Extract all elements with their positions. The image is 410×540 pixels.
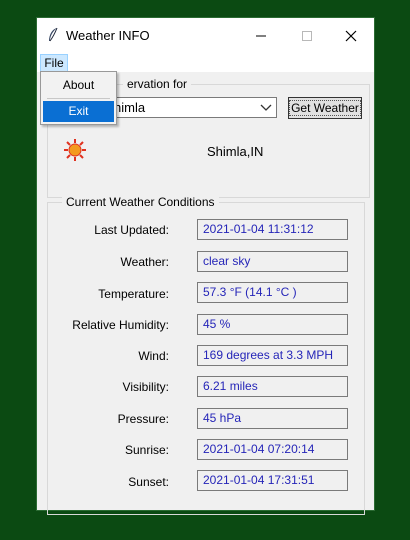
wind-value: 169 degrees at 3.3 MPH [197, 345, 348, 366]
sun-icon [64, 139, 86, 161]
location-label: Shimla,IN [207, 144, 264, 159]
wind-label: Wind: [138, 349, 169, 363]
temperature-label: Temperature: [98, 287, 169, 301]
city-combobox-value: himla [114, 100, 146, 115]
last-updated-value: 2021-01-04 11:31:12 [197, 219, 348, 240]
pressure-label: Pressure: [117, 412, 169, 426]
file-menu-dropdown: About Exit [40, 71, 117, 125]
visibility-value: 6.21 miles [197, 376, 348, 397]
city-combobox[interactable]: himla [105, 97, 277, 118]
sunset-value: 2021-01-04 17:31:51 [197, 470, 348, 491]
get-weather-button[interactable]: Get Weather [288, 97, 362, 119]
chevron-down-icon [260, 104, 272, 111]
feather-icon [49, 27, 58, 42]
humidity-label: Relative Humidity: [72, 318, 169, 332]
weather-value: clear sky [197, 251, 348, 272]
get-weather-button-label: Get Weather [289, 100, 361, 116]
maximize-icon [302, 31, 312, 41]
pressure-value: 45 hPa [197, 408, 348, 429]
conditions-group-title: Current Weather Conditions [62, 195, 219, 209]
sunrise-value: 2021-01-04 07:20:14 [197, 439, 348, 460]
maximize-button[interactable] [284, 18, 330, 54]
menu-bar: File [37, 54, 374, 72]
sunset-label: Sunset: [128, 475, 169, 489]
visibility-label: Visibility: [122, 380, 169, 394]
humidity-value: 45 % [197, 314, 348, 335]
window-title: Weather INFO [66, 28, 150, 43]
sunrise-label: Sunrise: [124, 443, 169, 457]
weather-label: Weather: [120, 255, 169, 269]
minimize-button[interactable] [238, 18, 284, 54]
close-icon [345, 30, 357, 42]
menu-separator [47, 98, 110, 99]
minimize-icon [256, 35, 266, 37]
observation-group-title: ervation for [123, 77, 192, 91]
title-bar[interactable]: Weather INFO [37, 18, 374, 54]
last-updated-label: Last Updated: [94, 223, 169, 237]
close-button[interactable] [328, 18, 374, 54]
temperature-value: 57.3 °F (14.1 °C ) [197, 282, 348, 303]
menu-item-exit[interactable]: Exit [43, 101, 114, 122]
menu-item-about[interactable]: About [43, 74, 114, 96]
menu-file[interactable]: File [40, 54, 68, 72]
